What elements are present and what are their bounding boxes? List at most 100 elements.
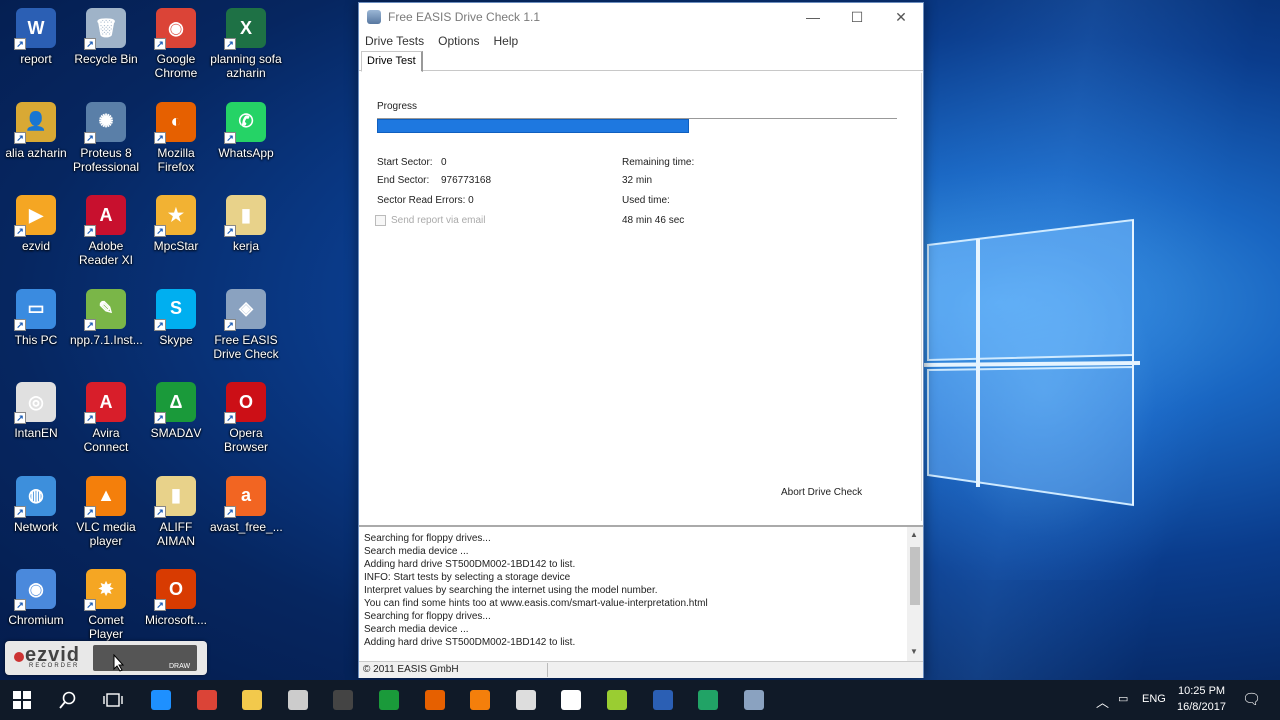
desktop-icon[interactable]: Δ ↗ SMADΔV — [140, 382, 212, 440]
start-button[interactable] — [0, 680, 44, 720]
desktop-icon[interactable]: 🗑 ↗ Recycle Bin — [70, 8, 142, 66]
desktop-icon[interactable]: W ↗ report — [0, 8, 72, 66]
end-sector-value: 976773168 — [441, 175, 492, 186]
menu-options[interactable]: Options — [438, 34, 479, 48]
search-button[interactable] — [46, 680, 90, 720]
desktop-icon-label: ALIFF AIMAN — [156, 519, 195, 548]
shortcut-arrow-icon: ↗ — [84, 38, 96, 50]
desktop-icon[interactable]: 👤 ↗ alia azharin — [0, 101, 72, 160]
desktop-icon[interactable]: ◐ ↗ Mozilla Firefox — [140, 101, 212, 174]
status-bar: © 2011 EASIS GmbH — [359, 661, 923, 678]
log-scrollbar[interactable]: ▲ ▼ — [907, 527, 923, 661]
app-icon: ▭ ↗ — [14, 288, 56, 331]
desktop-icon[interactable]: S ↗ Skype — [140, 288, 212, 347]
desktop-icon[interactable]: ◉ ↗ Chromium — [0, 569, 72, 627]
desktop-icon[interactable]: ✆ ↗ WhatsApp — [210, 101, 282, 160]
taskbar-edge-button[interactable] — [139, 680, 183, 720]
app-icon: A ↗ — [84, 382, 126, 424]
maximize-button[interactable]: ☐ — [835, 3, 879, 31]
desktop-icon-label: Chromium — [8, 613, 64, 627]
progress-label: Progress — [377, 101, 418, 112]
menu-drive-tests[interactable]: Drive Tests — [365, 34, 424, 48]
tray-overflow-chevron-icon[interactable]: ︿ — [1096, 692, 1109, 711]
sheets-icon — [698, 690, 719, 710]
taskbar-app-bird-button[interactable] — [504, 680, 548, 720]
task-view-button[interactable] — [91, 680, 135, 720]
desktop-icon[interactable]: A ↗ Avira Connect — [70, 382, 142, 454]
log-line: Interpret values by searching the intern… — [364, 585, 658, 596]
desktop-icon-label: Skype — [159, 332, 193, 347]
desktop-icon-label: ezvid — [21, 239, 50, 253]
taskbar: ︿ ▭ ENG 10:25 PM 16/8/2017 🗨 — [0, 680, 1280, 720]
shortcut-arrow-icon: ↗ — [14, 505, 26, 518]
taskbar-file-explorer-button[interactable] — [230, 680, 274, 720]
title-bar[interactable]: Free EASIS Drive Check 1.1 — ☐ ✕ — [359, 3, 923, 31]
desktop-icon[interactable]: ▲ ↗ VLC media player — [70, 475, 142, 548]
taskbar-xampp-button[interactable] — [458, 680, 502, 720]
minimize-button[interactable]: — — [791, 3, 835, 31]
desktop-icon[interactable]: ◈ ↗ Free EASIS Drive Check — [210, 288, 282, 361]
scroll-thumb[interactable] — [910, 547, 920, 605]
shortcut-arrow-icon: ↗ — [14, 38, 26, 50]
easis-window: Free EASIS Drive Check 1.1 — ☐ ✕ Drive T… — [358, 2, 924, 678]
taskbar-smadav-button[interactable] — [367, 680, 411, 720]
desktop-icon[interactable]: X ↗ planning sofa azharin — [210, 8, 282, 80]
scroll-down-arrow-icon[interactable]: ▼ — [910, 647, 918, 656]
shortcut-arrow-icon: ↗ — [154, 412, 166, 424]
ezvid-draw-button[interactable]: DRAW — [169, 663, 190, 670]
battery-icon[interactable]: ▭ — [1118, 692, 1128, 705]
desktop-icon[interactable]: O ↗ Microsoft.... — [140, 569, 212, 627]
taskbar-terminal-button[interactable] — [321, 680, 365, 720]
desktop-icon[interactable]: O ↗ Opera Browser — [210, 382, 282, 454]
scroll-up-arrow-icon[interactable]: ▲ — [910, 530, 918, 539]
menu-help[interactable]: Help — [494, 34, 519, 48]
taskbar-notepad-button[interactable] — [595, 680, 639, 720]
desktop-icon[interactable]: ✺ ↗ Proteus 8 Professional — [70, 101, 142, 174]
window-title: Free EASIS Drive Check 1.1 — [388, 10, 541, 24]
desktop-icon[interactable]: ◉ ↗ Google Chrome — [140, 8, 212, 80]
start-sector-label: Start Sector: — [377, 157, 433, 168]
sector-read-errors: Sector Read Errors: 0 — [377, 195, 474, 206]
desktop-icon-label: kerja — [232, 239, 259, 253]
desktop-icon[interactable]: ◍ ↗ Network — [0, 475, 72, 534]
taskbar-store-button[interactable] — [276, 680, 320, 720]
app-icon: A ↗ — [84, 195, 126, 237]
taskbar-sheets-button[interactable] — [686, 680, 730, 720]
taskbar-mail-button[interactable] — [549, 680, 593, 720]
desktop-icon[interactable]: ◎ ↗ IntanEN — [0, 382, 72, 440]
desktop-icon[interactable]: ✎ ↗ npp.7.1.Inst... — [70, 288, 143, 347]
shortcut-arrow-icon: ↗ — [14, 412, 26, 424]
desktop-icon[interactable]: ▮ ↗ ALIFF AIMAN — [140, 475, 212, 548]
action-center-icon[interactable]: 🗨 — [1242, 690, 1261, 708]
tab-drive-test[interactable]: Drive Test — [361, 51, 423, 72]
taskbar-chrome-button[interactable] — [185, 680, 229, 720]
app-icon: ◉ ↗ — [14, 569, 56, 611]
desktop-icon-label: Network — [13, 519, 58, 534]
desktop-icon[interactable]: ★ ↗ MpcStar — [140, 195, 212, 253]
taskbar-firefox-button[interactable] — [413, 680, 457, 720]
clock-time[interactable]: 10:25 PM — [1178, 685, 1225, 697]
windows-logo-wallpaper — [918, 218, 1141, 507]
clock-date[interactable]: 16/8/2017 — [1177, 701, 1226, 713]
record-dot-icon[interactable] — [14, 652, 24, 662]
desktop-icon[interactable]: ▭ ↗ This PC — [0, 288, 72, 347]
desktop-icon[interactable]: a ↗ avast_free_... — [210, 475, 283, 534]
taskbar-word-button[interactable] — [641, 680, 685, 720]
app-icon: O ↗ — [154, 569, 196, 611]
close-button[interactable]: ✕ — [879, 3, 923, 31]
desktop-icon[interactable]: ▶ ↗ ezvid — [0, 195, 72, 253]
taskbar-easis-button[interactable] — [732, 680, 776, 720]
shortcut-arrow-icon: ↗ — [224, 318, 236, 331]
desktop-icon[interactable]: ▮ ↗ kerja — [210, 195, 282, 253]
send-report-label: Send report via email — [391, 215, 486, 226]
log-line: You can find some hints too at www.easis… — [364, 598, 708, 609]
desktop-icon[interactable]: ✸ ↗ Comet Player — [70, 569, 142, 641]
smadav-icon — [379, 690, 399, 710]
desktop-icon-label: Adobe Reader XI — [78, 239, 134, 267]
abort-drive-check-button[interactable]: Abort Drive Check — [781, 487, 862, 498]
desktop-icon[interactable]: A ↗ Adobe Reader XI — [70, 195, 142, 267]
copyright-text: © 2011 EASIS GmbH — [363, 664, 459, 675]
language-indicator[interactable]: ENG — [1142, 693, 1166, 705]
send-report-checkbox[interactable] — [375, 215, 386, 226]
desktop-icon-label: IntanEN — [14, 426, 58, 440]
